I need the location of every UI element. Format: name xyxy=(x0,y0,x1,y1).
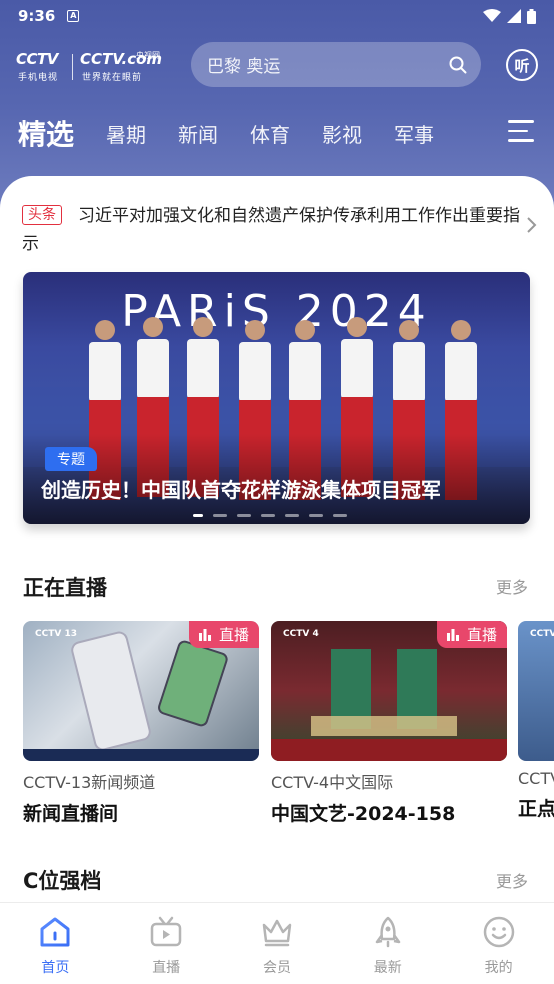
live-card[interactable]: CCTV 4 直播 CCTV-4中文国际 中国文艺-2024-158 xyxy=(271,621,507,826)
live-thumbnail: CCTV xyxy=(518,621,554,761)
headline-item[interactable]: 头条 习近平对加强文化和自然遗产保护传承利用工作作出重要指示 xyxy=(22,202,522,258)
live-channel-name: CCTV-13新闻频道 xyxy=(23,773,156,792)
featured-banner[interactable]: PARiS 2024 专题 创造历史！中国队首夺花样游泳集体项目冠军 xyxy=(23,272,530,524)
live-card[interactable]: CCTV CCTV 正点 xyxy=(518,621,554,821)
live-bars-icon xyxy=(198,628,211,641)
headline-text: 习近平对加强文化和自然遗产保护传承利用工作作出重要指示 xyxy=(22,206,520,254)
tab-summer[interactable]: 暑期 xyxy=(106,119,146,148)
live-program-name: 正点 xyxy=(518,798,554,820)
live-badge-label: 直播 xyxy=(218,626,249,644)
chevron-right-icon[interactable] xyxy=(525,216,537,234)
category-tabs: 精选 暑期 新闻 体育 影视 军事 xyxy=(0,108,554,158)
status-time: 9:36 xyxy=(18,7,56,25)
tab-military[interactable]: 军事 xyxy=(394,119,434,148)
signal-icon xyxy=(507,9,521,23)
live-badge-label: 直播 xyxy=(466,626,497,644)
search-input[interactable]: 巴黎 奥运 xyxy=(207,52,280,77)
tab-featured[interactable]: 精选 xyxy=(18,113,74,153)
tab-sports[interactable]: 体育 xyxy=(250,119,290,148)
nav-profile[interactable]: 我的 xyxy=(443,903,554,984)
tab-news[interactable]: 新闻 xyxy=(178,119,218,148)
live-program-name: 新闻直播间 xyxy=(23,803,119,825)
wifi-icon xyxy=(483,9,501,22)
listen-button[interactable]: 听 xyxy=(506,49,538,81)
menu-icon[interactable] xyxy=(508,120,534,142)
tv-icon xyxy=(150,916,182,947)
banner-caption: 创造历史！中国队首夺花样游泳集体项目冠军 xyxy=(41,478,441,502)
thumb-channel-logo: CCTV xyxy=(530,629,554,639)
live-card[interactable]: CCTV 13 直播 CCTV-13新闻频道 新闻直播间 xyxy=(23,621,259,826)
banner-tag: 专题 xyxy=(45,447,97,471)
status-indicators xyxy=(483,8,536,24)
notification-icon: A xyxy=(67,10,80,22)
thumb-channel-logo: CCTV 4 xyxy=(283,629,319,639)
logo-slogan: 世界就在眼前 xyxy=(82,73,143,83)
c-section-title: C位强档 xyxy=(23,869,102,893)
bottom-navigation: 首页 直播 会员 最新 我的 xyxy=(0,902,554,984)
smile-icon xyxy=(483,916,514,948)
logo-cctv-text: CCTV xyxy=(16,50,58,68)
live-section-title: 正在直播 xyxy=(23,576,107,600)
cctv-logo[interactable]: CCTV 手机电视 CCTV.com 央视网 世界就在眼前 xyxy=(16,46,168,86)
headline-badge: 头条 xyxy=(22,205,62,225)
nav-home[interactable]: 首页 xyxy=(0,903,111,984)
nav-profile-label: 我的 xyxy=(484,960,513,976)
rocket-icon xyxy=(375,916,401,948)
nav-live[interactable]: 直播 xyxy=(111,903,222,984)
logo-subtitle: 手机电视 xyxy=(18,73,59,83)
main-content: 头条 习近平对加强文化和自然遗产保护传承利用工作作出重要指示 PARiS 2024… xyxy=(0,176,554,902)
home-icon xyxy=(40,917,70,947)
search-icon[interactable] xyxy=(449,56,467,74)
live-badge: 直播 xyxy=(436,621,507,648)
nav-home-label: 首页 xyxy=(41,960,70,976)
live-thumbnail: CCTV 13 直播 xyxy=(23,621,259,761)
crown-icon xyxy=(262,919,292,947)
live-thumbnail: CCTV 4 直播 xyxy=(271,621,507,761)
live-more-link[interactable]: 更多 xyxy=(496,574,528,598)
logo-small-text: 央视网 xyxy=(136,51,160,60)
nav-latest-label: 最新 xyxy=(373,960,402,976)
c-section-more-link[interactable]: 更多 xyxy=(496,868,528,892)
live-badge: 直播 xyxy=(188,621,259,648)
tab-movies[interactable]: 影视 xyxy=(322,119,362,148)
live-channel-name: CCTV-4中文国际 xyxy=(271,773,394,792)
nav-live-label: 直播 xyxy=(152,960,181,976)
live-channel-name: CCTV xyxy=(518,769,554,788)
status-bar: 9:36 A xyxy=(0,0,554,32)
battery-icon xyxy=(527,8,536,24)
thumb-channel-logo: CCTV 13 xyxy=(35,629,77,639)
logo-separator xyxy=(72,54,73,80)
nav-latest[interactable]: 最新 xyxy=(332,903,443,984)
live-program-name: 中国文艺-2024-158 xyxy=(271,803,456,825)
nav-vip-label: 会员 xyxy=(262,960,291,976)
banner-pagination xyxy=(193,514,347,517)
live-bars-icon xyxy=(446,628,459,641)
search-bar[interactable]: 巴黎 奥运 xyxy=(191,42,481,87)
nav-vip[interactable]: 会员 xyxy=(222,903,333,984)
